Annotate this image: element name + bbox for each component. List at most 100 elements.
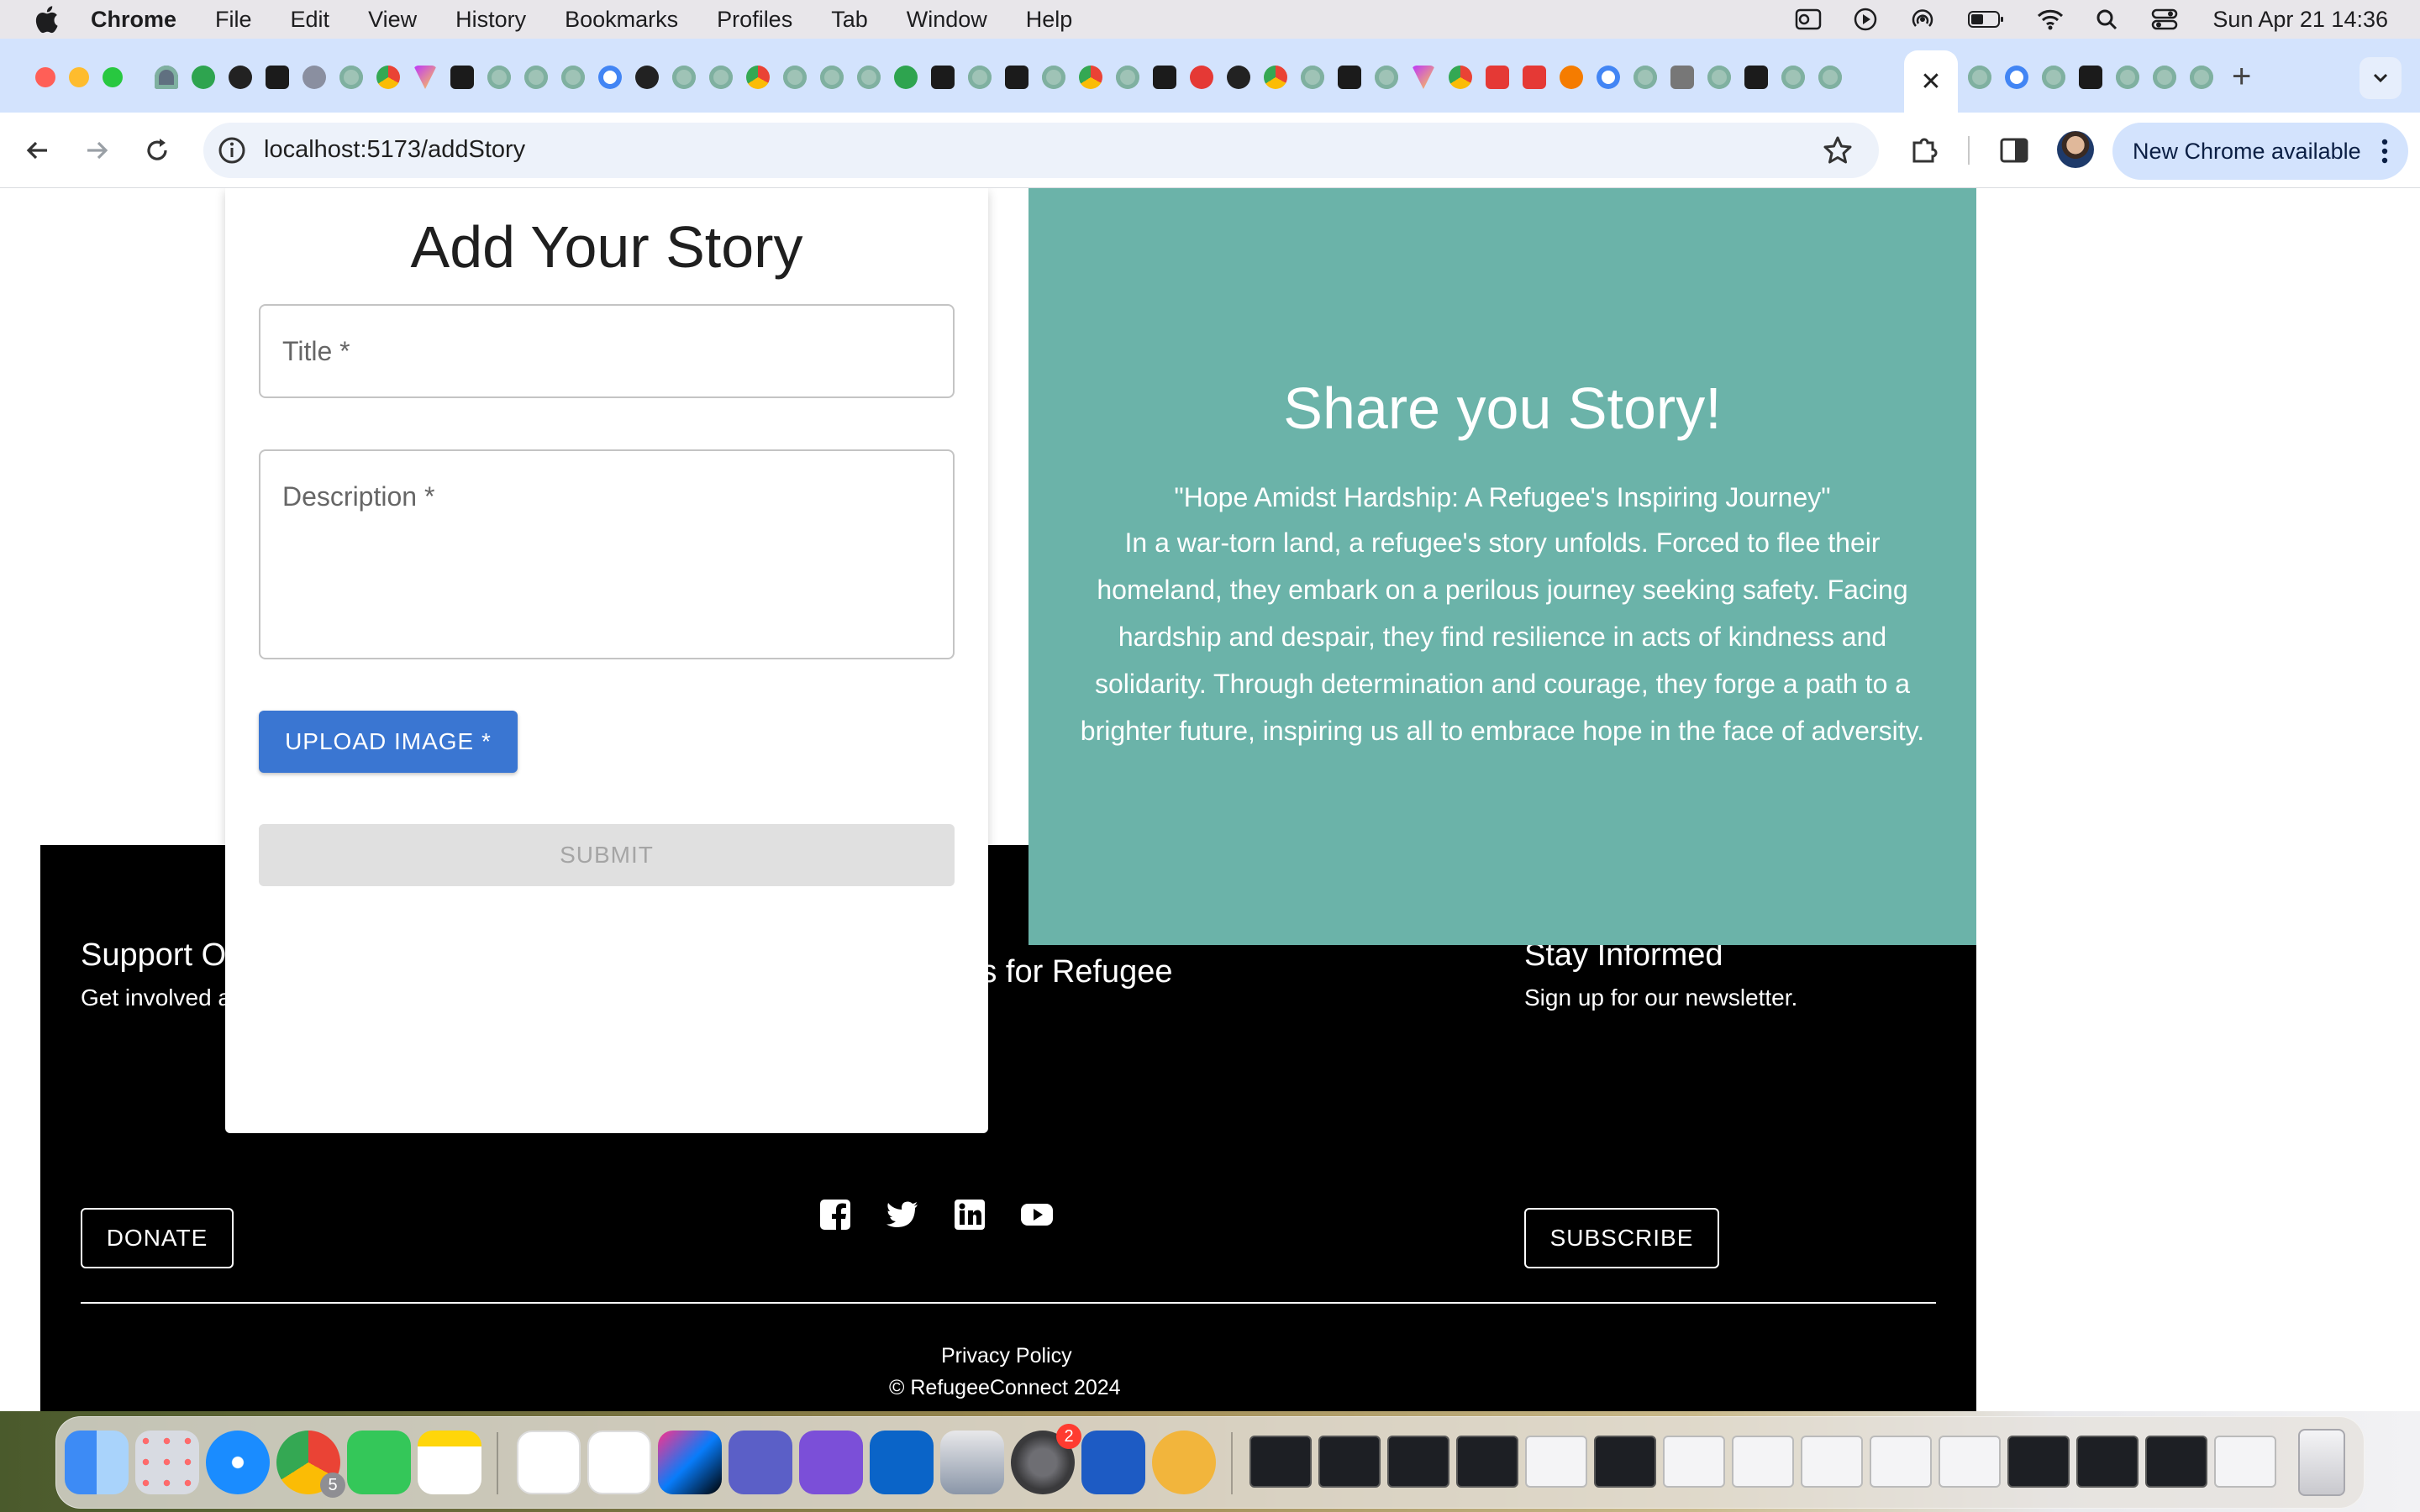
profile-avatar[interactable] bbox=[2057, 131, 2094, 168]
tab-favicon-github[interactable] bbox=[302, 66, 326, 89]
tab-favicon-chatgpt[interactable] bbox=[487, 66, 511, 89]
tab-favicon-chatgpt[interactable] bbox=[1042, 66, 1065, 89]
retriever-app-icon[interactable] bbox=[1152, 1431, 1216, 1494]
outlook-icon[interactable] bbox=[1794, 7, 1823, 32]
minimized-window-thumbnail[interactable] bbox=[1939, 1436, 2001, 1488]
tab-favicon-chrome[interactable] bbox=[376, 66, 400, 89]
back-button[interactable] bbox=[18, 131, 57, 170]
tab-favicon-chrome[interactable] bbox=[746, 66, 770, 89]
tab-close-icon[interactable]: ✕ bbox=[1920, 67, 1941, 97]
tab-favicon-chatgpt[interactable] bbox=[561, 66, 585, 89]
tab-favicon-github[interactable] bbox=[635, 66, 659, 89]
donate-button[interactable]: DONATE bbox=[81, 1208, 234, 1268]
tab-favicon-chatgpt[interactable] bbox=[1375, 66, 1398, 89]
new-chrome-available-button[interactable]: New Chrome available bbox=[2112, 123, 2408, 180]
subscribe-button[interactable]: SUBSCRIBE bbox=[1524, 1208, 1719, 1268]
tab-favicon-chatgpt[interactable] bbox=[2042, 66, 2065, 89]
finder-icon[interactable] bbox=[65, 1431, 129, 1494]
submit-button[interactable]: SUBMIT bbox=[259, 824, 955, 886]
menu-history[interactable]: History bbox=[455, 7, 526, 33]
extensions-icon[interactable] bbox=[1907, 133, 1943, 168]
tab-favicon-google[interactable] bbox=[1597, 66, 1620, 89]
minimized-window-thumbnail[interactable] bbox=[1663, 1436, 1725, 1488]
menubar-clock[interactable]: Sun Apr 21 14:36 bbox=[2212, 7, 2388, 33]
minimized-window-thumbnail[interactable] bbox=[1249, 1436, 1312, 1488]
tab-favicon-app[interactable] bbox=[2079, 66, 2102, 89]
wifi-icon[interactable] bbox=[2036, 7, 2065, 32]
tab-favicon-whatsapp[interactable] bbox=[894, 66, 918, 89]
control-center-icon[interactable] bbox=[2150, 7, 2179, 32]
menu-view[interactable]: View bbox=[368, 7, 417, 33]
spotlight-icon[interactable] bbox=[2093, 7, 2122, 32]
tab-favicon-chatgpt[interactable] bbox=[2190, 66, 2213, 89]
minimized-window-thumbnail[interactable] bbox=[2145, 1436, 2207, 1488]
minimized-window-thumbnail[interactable] bbox=[1870, 1436, 1932, 1488]
tab-favicon-chatgpt[interactable] bbox=[1301, 66, 1324, 89]
tab-favicon-github[interactable] bbox=[229, 66, 252, 89]
github-desktop-icon[interactable] bbox=[799, 1431, 863, 1494]
tab-favicon-chatgpt[interactable] bbox=[524, 66, 548, 89]
tab-favicon-chatgpt[interactable] bbox=[672, 66, 696, 89]
play-icon[interactable] bbox=[1851, 7, 1880, 32]
word-icon[interactable] bbox=[1081, 1431, 1145, 1494]
window-close-button[interactable] bbox=[35, 67, 55, 87]
title-field[interactable]: Title * bbox=[259, 304, 955, 398]
tab-favicon-chatgpt[interactable] bbox=[968, 66, 992, 89]
description-field[interactable]: Description * bbox=[259, 449, 955, 659]
tab-favicon-app[interactable] bbox=[1005, 66, 1028, 89]
menu-file[interactable]: File bbox=[215, 7, 252, 33]
tab-favicon-vite[interactable] bbox=[413, 66, 437, 89]
forward-button[interactable] bbox=[77, 131, 116, 170]
tab-favicon-app[interactable] bbox=[1338, 66, 1361, 89]
menu-window[interactable]: Window bbox=[907, 7, 987, 33]
active-tab[interactable]: ✕ bbox=[1904, 50, 1958, 113]
tab-favicon-chatgpt[interactable] bbox=[1818, 66, 1842, 89]
reload-button[interactable] bbox=[138, 131, 176, 170]
minimized-window-thumbnail[interactable] bbox=[1525, 1436, 1587, 1488]
outlook-app-icon[interactable] bbox=[870, 1431, 934, 1494]
side-panel-icon[interactable] bbox=[1996, 133, 2032, 168]
menu-tab[interactable]: Tab bbox=[831, 7, 868, 33]
tab-favicon-rocket[interactable] bbox=[155, 66, 178, 89]
tab-favicon-chatgpt[interactable] bbox=[1116, 66, 1139, 89]
trash-icon[interactable] bbox=[2298, 1429, 2345, 1496]
intellij-icon[interactable] bbox=[658, 1431, 722, 1494]
minimized-window-thumbnail[interactable] bbox=[1801, 1436, 1863, 1488]
tab-favicon-app[interactable] bbox=[931, 66, 955, 89]
tab-favicon-chatgpt[interactable] bbox=[2116, 66, 2139, 89]
tab-search-button[interactable] bbox=[2360, 57, 2402, 99]
new-tab-button[interactable]: + bbox=[2232, 57, 2251, 96]
messages-icon[interactable] bbox=[347, 1431, 411, 1494]
window-zoom-button[interactable] bbox=[103, 67, 123, 87]
menu-help[interactable]: Help bbox=[1026, 7, 1073, 33]
notes-icon[interactable] bbox=[418, 1431, 481, 1494]
tab-favicon-chrome[interactable] bbox=[1079, 66, 1102, 89]
tab-favicon-chatgpt[interactable] bbox=[709, 66, 733, 89]
battery-icon[interactable] bbox=[1965, 7, 2007, 32]
menu-profiles[interactable]: Profiles bbox=[717, 7, 792, 33]
minimized-window-thumbnail[interactable] bbox=[1456, 1436, 1518, 1488]
tab-favicon-chrome[interactable] bbox=[1264, 66, 1287, 89]
tab-favicon-github[interactable] bbox=[1227, 66, 1250, 89]
bookmark-star-icon[interactable] bbox=[1822, 134, 1854, 166]
minimized-window-thumbnail[interactable] bbox=[2007, 1436, 2070, 1488]
mongodb-compass-icon[interactable] bbox=[517, 1431, 581, 1494]
minimized-window-thumbnail[interactable] bbox=[1732, 1436, 1794, 1488]
menu-bookmarks[interactable]: Bookmarks bbox=[565, 7, 678, 33]
tab-favicon-mongodb[interactable] bbox=[192, 66, 215, 89]
privacy-policy-link[interactable]: Privacy Policy bbox=[941, 1344, 1072, 1368]
menu-app-name[interactable]: Chrome bbox=[91, 7, 176, 33]
tab-favicon-chatgpt[interactable] bbox=[783, 66, 807, 89]
tab-favicon-app[interactable] bbox=[1523, 66, 1546, 89]
tab-favicon-chatgpt[interactable] bbox=[1634, 66, 1657, 89]
minimized-window-thumbnail[interactable] bbox=[2214, 1436, 2276, 1488]
tab-favicon-app[interactable] bbox=[266, 66, 289, 89]
airdrop-icon[interactable] bbox=[1908, 7, 1937, 32]
tab-favicon-chatgpt[interactable] bbox=[2153, 66, 2176, 89]
minimized-window-thumbnail[interactable] bbox=[2076, 1436, 2139, 1488]
tab-favicon-app[interactable] bbox=[1670, 66, 1694, 89]
address-bar[interactable]: localhost:5173/addStory bbox=[203, 123, 1879, 178]
tab-favicon-google[interactable] bbox=[2005, 66, 2028, 89]
tab-favicon-chrome[interactable] bbox=[1449, 66, 1472, 89]
upload-image-button[interactable]: UPLOAD IMAGE * bbox=[259, 711, 518, 773]
